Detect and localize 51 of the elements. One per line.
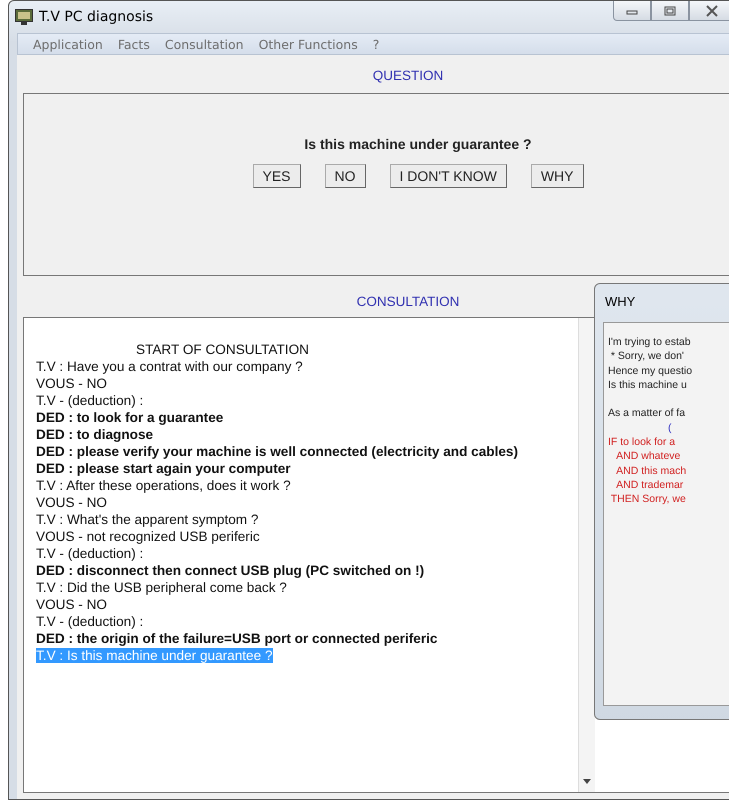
log-line: DED : please verify your machine is well connected (electricity and cables) (36, 444, 518, 459)
log-line: T.V - (deduction) : (36, 546, 144, 561)
explanation-line: AND this mach (615, 464, 686, 477)
explanation-line: * Sorry, we don' (610, 350, 684, 362)
explanation-line: Hence my questio (608, 364, 692, 377)
explanation-line: As a matter of fa (608, 407, 686, 420)
question-text: Is this machine under guarantee ? (304, 136, 532, 152)
log-line: T.V : What's the apparent symptom ? (36, 512, 258, 527)
explanation-line: ( (668, 422, 672, 434)
section-heading: QUESTION (372, 68, 444, 83)
explanation-line: THEN Sorry, we (610, 493, 686, 506)
tv-icon (15, 9, 33, 25)
menu-item[interactable]: Facts (118, 36, 150, 52)
log-line: VOUS - NO (36, 495, 107, 510)
log-line: DED : to diagnose (36, 427, 154, 442)
close-button[interactable] (689, 1, 729, 21)
close-icon[interactable] (705, 4, 719, 16)
explanation-line: IF to look for a (608, 436, 676, 448)
menu-item[interactable]: Consultation (164, 36, 244, 52)
menu-item[interactable]: ? (372, 36, 380, 52)
log-line: VOUS - NO (36, 597, 107, 612)
answer-button[interactable]: YES (252, 164, 301, 188)
answer-button[interactable]: WHY (530, 164, 584, 188)
log-line: DED : to look for a guarantee (36, 410, 224, 425)
log-line: START OF CONSULTATION (136, 342, 309, 357)
menu-item[interactable]: Other Functions (258, 36, 358, 52)
log-line: DED : the origin of the failure=USB port or connected periferic (36, 631, 438, 646)
explanation-line: Is this machine u (608, 378, 687, 391)
log-line: T.V - (deduction) : (36, 614, 144, 629)
log-line: T.V - (deduction) : (36, 393, 144, 408)
answer-button[interactable]: NO (324, 164, 366, 188)
minimize-button[interactable] (613, 1, 651, 21)
window-title: T.V PC diagnosis (39, 9, 154, 25)
dialog-title: WHY (604, 293, 636, 311)
answer-button[interactable]: I DON'T KNOW (390, 164, 507, 188)
log-line: DED : disconnect then connect USB plug (PC switched on !) (36, 563, 424, 578)
section-heading: CONSULTATION (356, 294, 460, 309)
maximize-button[interactable] (651, 1, 689, 21)
scroll-down-icon[interactable] (583, 779, 591, 784)
explanation-line: I'm trying to estab (608, 336, 691, 348)
maximize-icon[interactable] (664, 6, 676, 16)
log-line: DED : please start again your computer (36, 461, 291, 476)
explanation-line: AND trademar (615, 478, 684, 491)
log-line: VOUS - NO (36, 376, 107, 391)
explanation-line: AND whateve (615, 450, 680, 462)
log-line: T.V : Have you a contrat with our company ? (36, 359, 303, 374)
scrollbar[interactable] (578, 318, 595, 792)
menu-item[interactable]: Application (33, 36, 103, 52)
log-line: T.V : After these operations, does it work ? (36, 478, 291, 493)
log-line: T.V : Did the USB peripheral come back ? (36, 580, 287, 595)
log-line: VOUS - not recognized USB periferic (36, 529, 260, 544)
